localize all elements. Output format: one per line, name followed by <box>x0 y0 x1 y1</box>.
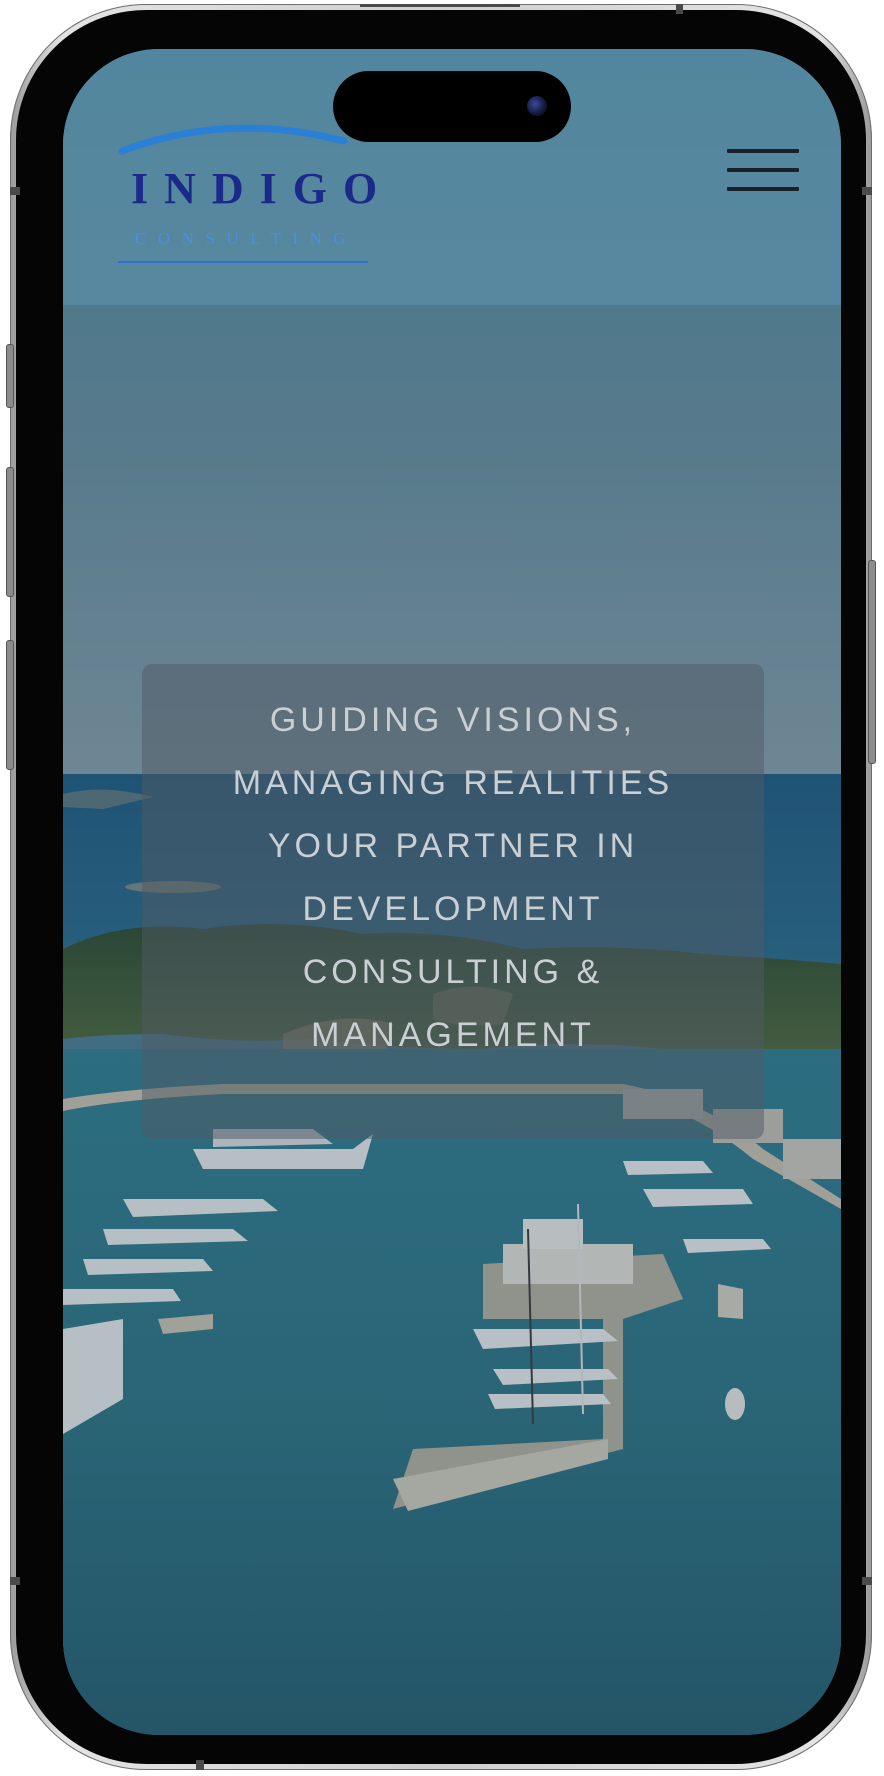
antenna-band <box>360 4 520 7</box>
hamburger-menu-icon[interactable] <box>727 149 799 193</box>
volume-down-button <box>6 640 14 770</box>
dynamic-island <box>333 71 571 142</box>
logo-underline <box>118 261 368 263</box>
antenna-band <box>10 1577 20 1585</box>
menu-bar <box>727 168 799 172</box>
antenna-band <box>10 187 20 195</box>
hero-line: GUIDING VISIONS, <box>269 701 637 739</box>
logo-wordmark: INDIGO <box>131 164 394 213</box>
front-camera-icon <box>527 96 547 116</box>
volume-up-button <box>6 467 14 597</box>
phone-frame: INDIGO CONSULTING GUIDING VISIONS, MANAG… <box>6 4 876 1770</box>
hero-line: MANAGING REALITIES <box>232 764 674 802</box>
menu-bar <box>727 187 799 191</box>
hero-line: MANAGEMENT <box>311 1016 595 1054</box>
hero-heading: GUIDING VISIONS, MANAGING REALITIES YOUR… <box>142 689 764 1067</box>
antenna-band <box>862 187 872 195</box>
indigo-logo[interactable]: INDIGO CONSULTING <box>118 119 378 269</box>
antenna-band <box>676 4 683 14</box>
hero-line: CONSULTING & <box>302 953 604 991</box>
antenna-band <box>196 1760 204 1770</box>
logo-subtitle: CONSULTING <box>135 229 358 248</box>
menu-bar <box>727 149 799 153</box>
hero-line: YOUR PARTNER IN <box>267 827 639 865</box>
screen: INDIGO CONSULTING GUIDING VISIONS, MANAG… <box>63 49 841 1735</box>
hero-text-box: GUIDING VISIONS, MANAGING REALITIES YOUR… <box>142 664 764 1139</box>
antenna-band <box>862 1577 872 1585</box>
hero-line: DEVELOPMENT <box>302 890 604 928</box>
action-button <box>6 344 14 408</box>
power-button <box>868 560 876 764</box>
